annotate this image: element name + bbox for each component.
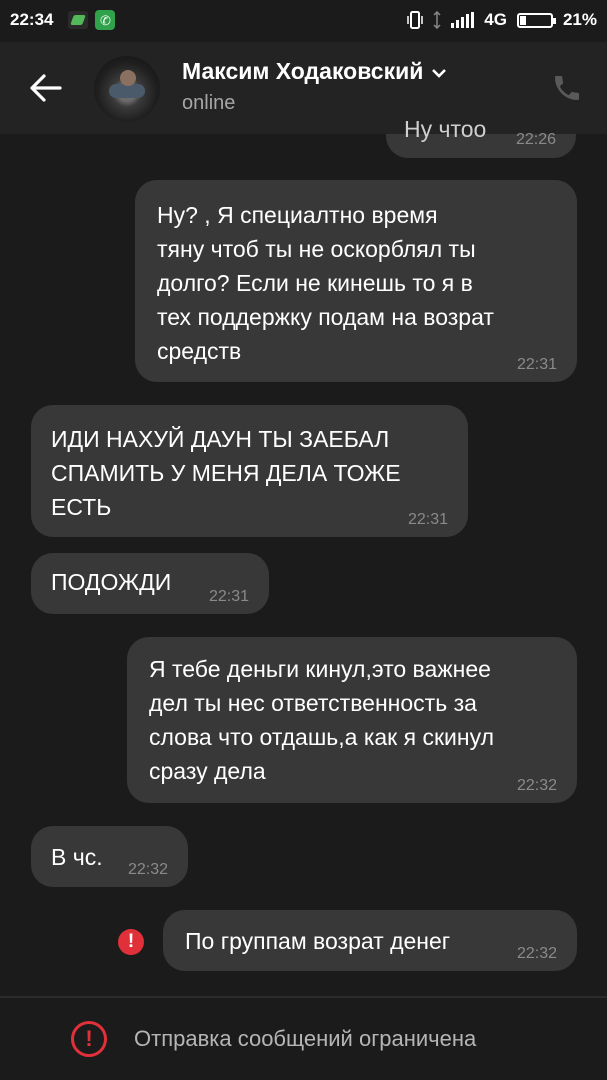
message-time: 22:32 <box>516 945 557 962</box>
contact-avatar[interactable] <box>94 56 160 122</box>
message-text: ИДИ НАХУЙ ДАУН ТЫ ЗАЕБАЛ СПАМИТЬ У МЕНЯ … <box>51 426 401 520</box>
contact-name-text: Максим Ходаковский <box>182 58 424 84</box>
message-bubble-incoming[interactable]: В чс. 22:32 <box>31 826 188 887</box>
message-bubble-incoming[interactable]: ПОДОЖДИ 22:31 <box>31 553 269 614</box>
message-time: 22:32 <box>516 777 557 794</box>
network-type: 4G <box>484 10 507 29</box>
message-time: 22:31 <box>407 511 448 528</box>
messaging-restricted-bar: ! Отправка сообщений ограничена <box>0 998 607 1080</box>
message-text: Ну чтоо <box>404 116 487 142</box>
message-time: 22:32 <box>127 861 168 878</box>
message-text: Ну? , Я специалтно время тяну чтоб ты не… <box>157 202 494 364</box>
app-notification-icon <box>68 11 88 29</box>
message-bubble-incoming[interactable]: ИДИ НАХУЙ ДАУН ТЫ ЗАЕБАЛ СПАМИТЬ У МЕНЯ … <box>31 405 468 537</box>
battery-icon <box>516 12 556 28</box>
presence-status: online <box>182 92 236 114</box>
message-time: 22:31 <box>208 588 249 605</box>
phone-notification-icon: ✆ <box>95 10 115 30</box>
message-text: Я тебе деньги кинул,это важнее дел ты не… <box>149 656 495 784</box>
message-bubble-outgoing[interactable]: 22:26 Ну чтоо <box>386 116 576 158</box>
message-bubble-outgoing[interactable]: Я тебе деньги кинул,это важнее дел ты не… <box>127 637 577 803</box>
battery-percent: 21% <box>562 10 597 29</box>
message-bubble-outgoing-failed[interactable]: По группам возрат денег 22:32 <box>163 910 577 971</box>
restriction-text: Отправка сообщений ограничена <box>134 1026 477 1051</box>
message-time: 22:31 <box>516 356 557 373</box>
chat-header: Максим Ходаковский online <box>0 42 607 134</box>
vibrate-icon <box>407 11 424 29</box>
phone-icon[interactable] <box>551 72 583 104</box>
warning-icon: ! <box>71 1021 107 1057</box>
chevron-down-icon <box>432 69 447 78</box>
contact-name[interactable]: Максим Ходаковский <box>182 58 447 85</box>
status-right: 4G 21% <box>407 10 597 30</box>
status-time: 22:34 <box>10 10 54 29</box>
message-bubble-outgoing[interactable]: Ну? , Я специалтно время тяну чтоб ты не… <box>135 180 577 382</box>
data-arrows-icon <box>433 11 441 29</box>
status-bar: 22:34 ✆ 4G 21% <box>0 0 607 42</box>
message-text: По группам возрат денег <box>185 928 451 954</box>
back-arrow-icon[interactable] <box>26 70 66 106</box>
send-failed-icon[interactable]: ! <box>118 929 144 955</box>
message-time: 22:26 <box>515 131 556 148</box>
signal-icon <box>451 12 475 28</box>
